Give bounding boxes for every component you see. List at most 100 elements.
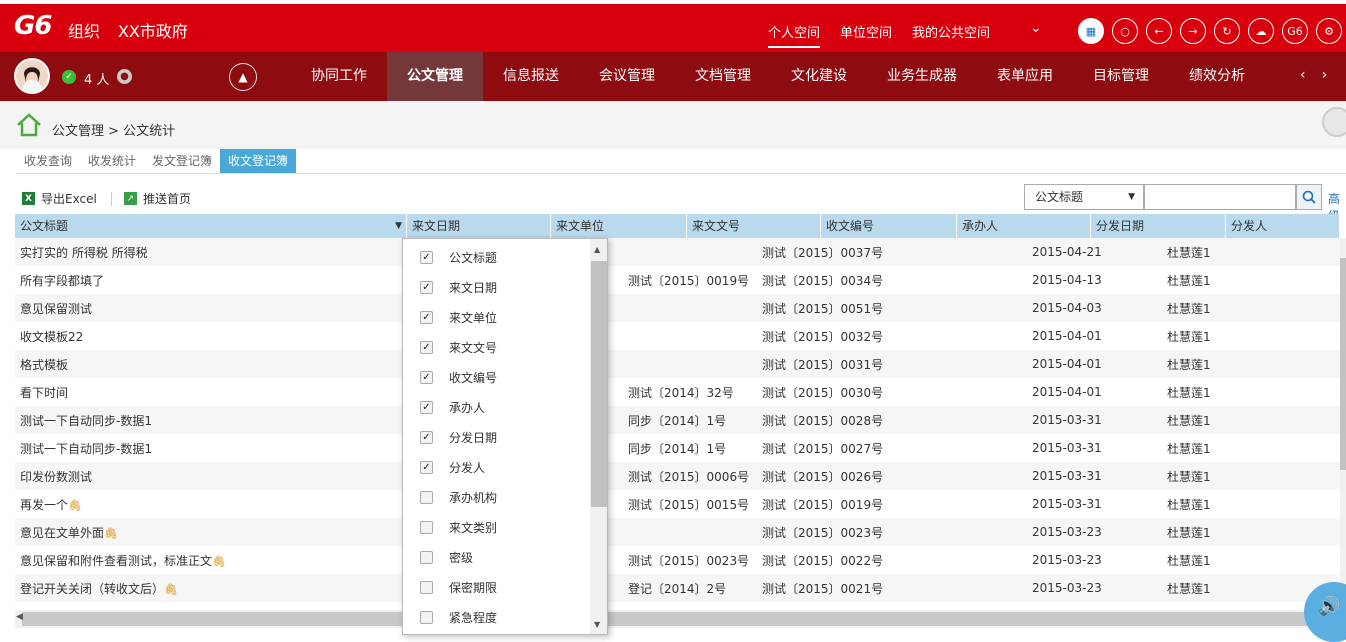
back-icon[interactable]: ←	[1146, 18, 1172, 44]
column-picker-item[interactable]: ✓ 收文编号	[403, 362, 589, 392]
cell-title[interactable]: 收文模板22	[15, 328, 407, 345]
column-checkbox[interactable]: ✓	[420, 280, 433, 294]
g6-icon[interactable]: G6	[1282, 18, 1308, 44]
menu-item-meeting[interactable]: 会议管理	[579, 52, 675, 101]
column-picker-item[interactable]: ✓ 分发人	[403, 452, 589, 482]
tab-stats[interactable]: 收发统计	[80, 149, 144, 173]
horizontal-scroll-thumb[interactable]	[22, 612, 1322, 626]
cell-title[interactable]: 再发一个🖇	[15, 496, 407, 513]
cloud-icon[interactable]: ☁	[1248, 18, 1274, 44]
search-icon[interactable]: ○	[1112, 18, 1138, 44]
tab-query[interactable]: 收发查询	[16, 149, 80, 173]
menu-item-forms[interactable]: 表单应用	[977, 52, 1073, 101]
search-input[interactable]	[1144, 184, 1296, 210]
space-personal[interactable]: 个人空间	[768, 22, 821, 48]
col-header-date[interactable]: 来文日期	[407, 214, 551, 238]
table-row[interactable]: 实打实的 所得税 所得税单位测试〔2015〕0037号2015-04-21杜慧莲…	[15, 238, 1340, 266]
column-picker-item[interactable]: 来文类别	[403, 512, 589, 542]
vertical-scroll-thumb[interactable]	[1340, 258, 1346, 470]
chevron-right-icon[interactable]: ›	[1322, 67, 1328, 83]
cell-title[interactable]: 所有字段都填了	[15, 272, 407, 289]
search-button[interactable]	[1296, 184, 1322, 210]
export-excel-button[interactable]: X 导出Excel	[22, 190, 97, 207]
menu-item-files[interactable]: 文档管理	[675, 52, 771, 101]
column-checkbox[interactable]	[420, 580, 433, 594]
navigate-icon[interactable]: ▲	[229, 63, 257, 91]
cell-title[interactable]: 登记开关关闭（转收文后）🖇	[15, 580, 407, 597]
cell-title[interactable]: 意见保留和附件查看测试，标准正文🖇	[15, 552, 407, 569]
space-public[interactable]: 我的公共空间	[912, 22, 990, 48]
cell-title[interactable]: 意见保留测试	[15, 300, 407, 317]
chevron-left-icon[interactable]: ‹	[1300, 67, 1306, 83]
column-checkbox[interactable]: ✓	[420, 310, 433, 324]
cell-title[interactable]: 看下时间	[15, 384, 407, 401]
column-picker-item[interactable]: 紧急程度	[403, 602, 589, 632]
scroll-up-icon[interactable]: ▲	[594, 245, 600, 254]
table-row[interactable]: 看下时间单位测试〔2014〕32号测试〔2015〕0030号2015-04-01…	[15, 378, 1340, 406]
col-header-unit[interactable]: 来文单位	[551, 214, 687, 238]
column-picker-item[interactable]: 保密期限	[403, 572, 589, 602]
col-header-distributor[interactable]: 分发人	[1226, 214, 1340, 238]
table-row[interactable]: 格式模板单位测试〔2015〕0031号2015-04-01杜慧莲1	[15, 350, 1340, 378]
column-checkbox[interactable]: ✓	[420, 370, 433, 384]
column-checkbox[interactable]	[420, 610, 433, 624]
search-field-select[interactable]: 公文标题 ▼	[1024, 184, 1144, 210]
column-checkbox[interactable]: ✓	[420, 460, 433, 474]
column-picker-item[interactable]: ✓ 分发日期	[403, 422, 589, 452]
column-checkbox[interactable]	[420, 550, 433, 564]
menu-item-goals[interactable]: 目标管理	[1073, 52, 1169, 101]
col-header-distdate[interactable]: 分发日期	[1091, 214, 1226, 238]
cell-title[interactable]: 测试一下自动同步-数据1	[15, 412, 407, 429]
menu-item-culture[interactable]: 文化建设	[771, 52, 867, 101]
menu-item-collaboration[interactable]: 协同工作	[291, 52, 387, 101]
column-menu-icon[interactable]: ▼	[395, 214, 402, 238]
table-row[interactable]: 测试一下自动同步-数据1单位同步〔2014〕1号测试〔2015〕0028号201…	[15, 406, 1340, 434]
menu-item-generator[interactable]: 业务生成器	[867, 52, 977, 101]
picker-scroll-thumb[interactable]	[591, 261, 607, 507]
column-checkbox[interactable]: ✓	[420, 250, 433, 264]
cell-title[interactable]: 格式模板	[15, 356, 407, 373]
cell-title[interactable]: 实打实的 所得税 所得税	[15, 244, 407, 261]
table-row[interactable]: 登记开关关闭（转收文后）🖇单位登记〔2014〕2号测试〔2015〕0021号20…	[15, 574, 1340, 602]
table-row[interactable]: 所有字段都填了单位2测试〔2015〕0019号测试〔2015〕0034号2015…	[15, 266, 1340, 294]
column-picker-item[interactable]: ✓ 来文文号	[403, 332, 589, 362]
forward-icon[interactable]: →	[1180, 18, 1206, 44]
chevron-down-icon[interactable]: ⌄	[1030, 20, 1042, 36]
space-unit[interactable]: 单位空间	[840, 22, 892, 48]
scroll-down-icon[interactable]: ▼	[594, 620, 600, 629]
column-checkbox[interactable]: ✓	[420, 430, 433, 444]
menu-item-performance[interactable]: 绩效分析	[1169, 52, 1265, 101]
push-home-button[interactable]: ↗ 推送首页	[124, 190, 191, 207]
column-picker-item[interactable]: ✓ 公文标题	[403, 242, 589, 272]
column-checkbox[interactable]: ✓	[420, 340, 433, 354]
table-row[interactable]: 印发份数测试单位测试〔2015〕0006号测试〔2015〕0026号2015-0…	[15, 462, 1340, 490]
column-checkbox[interactable]	[420, 490, 433, 504]
menu-item-report[interactable]: 信息报送	[483, 52, 579, 101]
person-icon[interactable]: ●	[117, 69, 132, 84]
column-picker-item[interactable]: 承办机构	[403, 482, 589, 512]
home-icon[interactable]	[16, 113, 42, 137]
table-row[interactable]: 意见保留和附件查看测试，标准正文🖇单位2测试〔2015〕0023号测试〔2015…	[15, 546, 1340, 574]
clock-icon[interactable]	[1322, 107, 1346, 137]
column-picker-item[interactable]: ✓ 来文单位	[403, 302, 589, 332]
table-row[interactable]: 再发一个🖇单位测试〔2015〕0015号测试〔2015〕0019号2015-03…	[15, 490, 1340, 518]
table-row[interactable]: 意见在文单外面🖇单位测试〔2015〕0023号2015-03-23杜慧莲1	[15, 518, 1340, 546]
column-checkbox[interactable]: ✓	[420, 400, 433, 414]
col-header-docno[interactable]: 来文文号	[687, 214, 821, 238]
column-checkbox[interactable]	[420, 520, 433, 534]
online-count[interactable]: 4 人	[84, 69, 109, 88]
org-label[interactable]: 组织	[68, 18, 100, 42]
column-picker-item[interactable]: ✓ 承办人	[403, 392, 589, 422]
tab-outgoing-register[interactable]: 发文登记簿	[144, 149, 220, 173]
col-header-title[interactable]: 公文标题 ▼	[15, 214, 407, 238]
table-row[interactable]: 收文模板22单位测试〔2015〕0032号2015-04-01杜慧莲1	[15, 322, 1340, 350]
col-header-recvno[interactable]: 收文编号	[821, 214, 957, 238]
menu-item-documents[interactable]: 公文管理	[387, 52, 483, 101]
scroll-left-icon[interactable]: ◀	[16, 612, 23, 622]
cell-title[interactable]: 意见在文单外面🖇	[15, 524, 407, 541]
cell-title[interactable]: 印发份数测试	[15, 468, 407, 485]
gear-icon[interactable]: ⚙	[1316, 18, 1342, 44]
refresh-icon[interactable]: ↻	[1214, 18, 1240, 44]
table-row[interactable]: 测试一下自动同步-数据1单位同步〔2014〕1号测试〔2015〕0027号201…	[15, 434, 1340, 462]
avatar[interactable]	[14, 58, 50, 94]
